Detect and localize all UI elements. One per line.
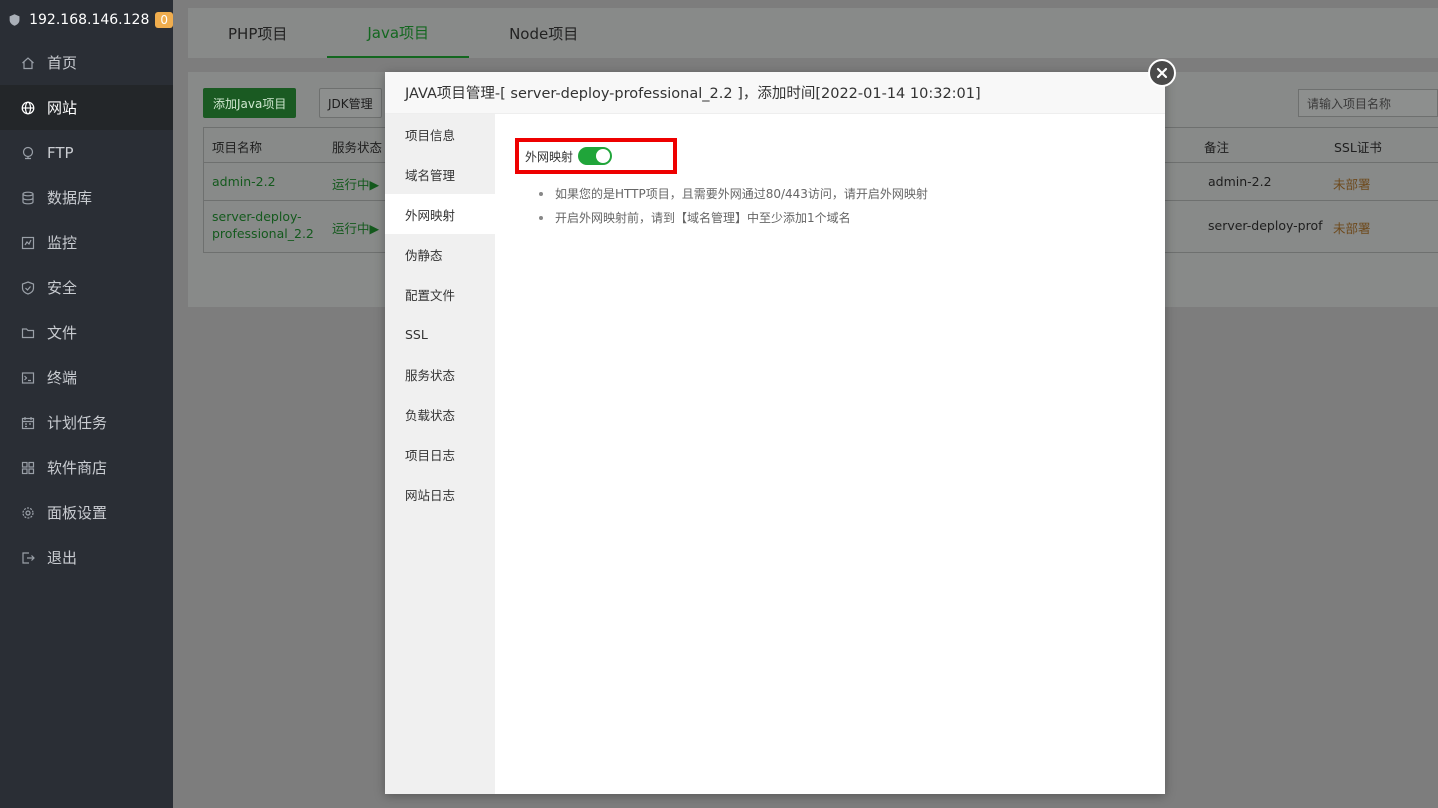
project-name-link-line2[interactable]: professional_2.2 xyxy=(212,226,314,241)
ftp-icon xyxy=(21,146,35,160)
globe-icon xyxy=(21,101,35,115)
tip-item: 开启外网映射前，请到【域名管理】中至少添加1个域名 xyxy=(539,206,928,230)
sidebar-item-label: 计划任务 xyxy=(47,414,108,432)
sidebar-item-logout[interactable]: 退出 xyxy=(0,535,173,580)
calendar-icon xyxy=(21,416,35,430)
terminal-icon xyxy=(21,371,35,385)
external-mapping-label: 外网映射 xyxy=(525,149,574,164)
external-mapping-highlight: 外网映射 xyxy=(515,138,677,174)
sidebar-item-home[interactable]: 首页 xyxy=(0,40,173,85)
sidebar-item-settings[interactable]: 面板设置 xyxy=(0,490,173,535)
sidebar-item-store[interactable]: 软件商店 xyxy=(0,445,173,490)
sidebar-item-ftp[interactable]: FTP xyxy=(0,130,173,175)
folder-icon xyxy=(21,326,35,340)
header-ssl: SSL证书 xyxy=(1334,140,1382,155)
sidebar-item-label: 终端 xyxy=(47,369,78,387)
external-mapping-toggle[interactable] xyxy=(578,147,613,165)
logout-icon xyxy=(21,551,35,565)
remark-text: admin-2.2 xyxy=(1208,174,1272,189)
sidebar-item-monitor[interactable]: 监控 xyxy=(0,220,173,265)
tip-item: 如果您的是HTTP项目，且需要外网通过80/443访问，请开启外网映射 xyxy=(539,182,928,206)
close-icon xyxy=(1156,67,1168,79)
sidebar: 192.168.146.128 0 首页 网站 FTP 数据库 监控 安全 文件… xyxy=(0,0,173,808)
nav-external-mapping[interactable]: 外网映射 xyxy=(385,194,495,234)
sidebar-item-label: 软件商店 xyxy=(47,459,108,477)
sidebar-item-label: 监控 xyxy=(47,234,78,252)
ssl-status[interactable]: 未部署 xyxy=(1333,174,1371,193)
project-name-link[interactable]: admin-2.2 xyxy=(212,174,276,189)
add-java-project-button[interactable]: 添加Java项目 xyxy=(203,88,297,118)
ssl-status[interactable]: 未部署 xyxy=(1333,218,1371,237)
home-icon xyxy=(21,56,35,70)
sidebar-item-label: 安全 xyxy=(47,279,78,297)
sidebar-item-label: 首页 xyxy=(47,54,78,72)
modal-nav: 项目信息 域名管理 外网映射 伪静态 配置文件 SSL 服务状态 负载状态 项目… xyxy=(385,114,495,794)
sidebar-item-label: FTP xyxy=(47,143,74,162)
sidebar-item-files[interactable]: 文件 xyxy=(0,310,173,355)
sidebar-item-terminal[interactable]: 终端 xyxy=(0,355,173,400)
sidebar-item-label: 网站 xyxy=(47,99,78,117)
project-tabs: PHP项目 Java项目 Node项目 xyxy=(188,8,1438,58)
notification-badge[interactable]: 0 xyxy=(155,12,173,28)
tab-php[interactable]: PHP项目 xyxy=(188,8,327,58)
sidebar-item-website[interactable]: 网站 xyxy=(0,85,173,130)
nav-domain-manage[interactable]: 域名管理 xyxy=(385,154,495,194)
apps-icon xyxy=(21,461,35,475)
remark-text: server-deploy-prof xyxy=(1208,218,1323,233)
database-icon xyxy=(21,191,35,205)
tips-list: 如果您的是HTTP项目，且需要外网通过80/443访问，请开启外网映射 开启外网… xyxy=(539,182,928,230)
sidebar-item-label: 文件 xyxy=(47,324,78,342)
nav-service-status[interactable]: 服务状态 xyxy=(385,354,495,394)
close-button[interactable] xyxy=(1148,59,1176,87)
status-running[interactable]: 运行中▶ xyxy=(332,174,379,193)
project-name-link-line1[interactable]: server-deploy- xyxy=(212,209,302,224)
nav-project-info[interactable]: 项目信息 xyxy=(385,114,495,154)
jdk-manage-button[interactable]: JDK管理 xyxy=(319,88,382,118)
modal-title: JAVA项目管理-[ server-deploy-professional_2.… xyxy=(385,72,1165,114)
tab-node[interactable]: Node项目 xyxy=(469,8,618,58)
header-remark: 备注 xyxy=(1204,140,1230,155)
toggle-knob xyxy=(596,149,611,163)
sidebar-item-label: 退出 xyxy=(47,549,78,567)
gear-icon xyxy=(21,506,35,520)
status-running[interactable]: 运行中▶ xyxy=(332,218,379,237)
sidebar-item-label: 数据库 xyxy=(47,189,93,207)
nav-project-log[interactable]: 项目日志 xyxy=(385,434,495,474)
nav-rewrite[interactable]: 伪静态 xyxy=(385,234,495,274)
server-ip: 192.168.146.128 xyxy=(29,12,150,28)
sidebar-item-cron[interactable]: 计划任务 xyxy=(0,400,173,445)
shield-icon xyxy=(21,280,35,295)
project-search-input[interactable]: 请输入项目名称 xyxy=(1298,89,1438,117)
sidebar-item-security[interactable]: 安全 xyxy=(0,265,173,310)
sidebar-item-database[interactable]: 数据库 xyxy=(0,175,173,220)
nav-config-file[interactable]: 配置文件 xyxy=(385,274,495,314)
header-status: 服务状态 xyxy=(332,140,383,155)
shield-logo-icon xyxy=(9,14,20,26)
java-project-modal: JAVA项目管理-[ server-deploy-professional_2.… xyxy=(385,59,1176,794)
sidebar-item-label: 面板设置 xyxy=(47,504,108,522)
header-name: 项目名称 xyxy=(212,140,263,155)
nav-ssl[interactable]: SSL xyxy=(385,314,495,354)
server-header: 192.168.146.128 0 xyxy=(0,0,173,40)
nav-site-log[interactable]: 网站日志 xyxy=(385,474,495,514)
tab-java[interactable]: Java项目 xyxy=(327,8,470,58)
nav-load-status[interactable]: 负载状态 xyxy=(385,394,495,434)
monitor-icon xyxy=(21,236,35,250)
modal-content: 外网映射 如果您的是HTTP项目，且需要外网通过80/443访问，请开启外网映射… xyxy=(495,114,1165,794)
